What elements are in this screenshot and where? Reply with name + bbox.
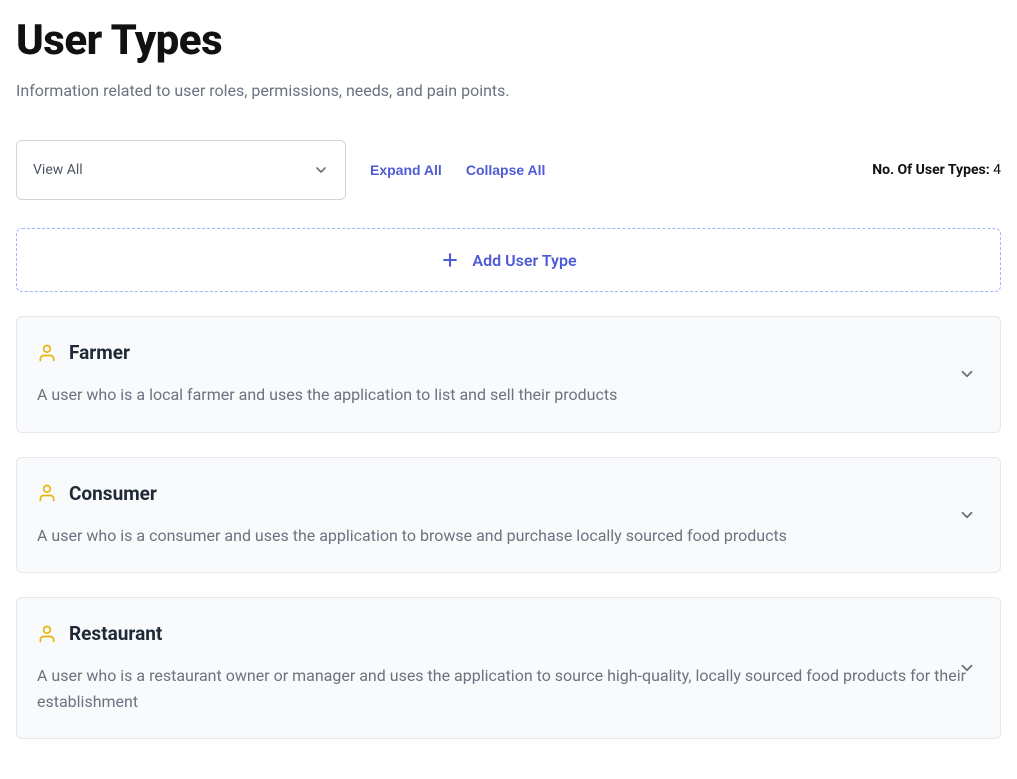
card-title: Farmer	[69, 341, 130, 364]
add-user-type-label: Add User Type	[472, 251, 576, 270]
add-user-type-button[interactable]: Add User Type	[16, 228, 1001, 292]
count-value: 4	[993, 162, 1001, 178]
card-header: Farmer	[37, 341, 980, 364]
page-subtitle: Information related to user roles, permi…	[16, 81, 1001, 100]
card-description: A user who is a consumer and uses the ap…	[37, 523, 980, 549]
page-title: User Types	[16, 16, 1001, 65]
chevron-down-icon[interactable]	[958, 506, 976, 524]
user-types-count: No. Of User Types: 4	[872, 162, 1001, 178]
card-description: A user who is a restaurant owner or mana…	[37, 663, 980, 714]
card-header: Consumer	[37, 482, 980, 505]
card-header: Restaurant	[37, 622, 980, 645]
card-description: A user who is a local farmer and uses th…	[37, 382, 980, 408]
card-title: Consumer	[69, 482, 157, 505]
user-icon	[37, 343, 57, 363]
chevron-down-icon	[313, 162, 329, 178]
user-icon	[37, 483, 57, 503]
filter-select-label: View All	[33, 162, 83, 178]
user-icon	[37, 624, 57, 644]
collapse-all-button[interactable]: Collapse All	[466, 162, 546, 178]
count-prefix: No. Of User Types:	[872, 162, 993, 178]
filter-select[interactable]: View All	[16, 140, 346, 200]
chevron-down-icon[interactable]	[958, 659, 976, 677]
card-title: Restaurant	[69, 622, 162, 645]
user-type-card[interactable]: Consumer A user who is a consumer and us…	[16, 457, 1001, 574]
user-type-card[interactable]: Farmer A user who is a local farmer and …	[16, 316, 1001, 433]
plus-icon	[440, 250, 460, 270]
expand-all-button[interactable]: Expand All	[370, 162, 442, 178]
chevron-down-icon[interactable]	[958, 365, 976, 383]
controls-row: View All Expand All Collapse All No. Of …	[16, 140, 1001, 200]
user-type-card[interactable]: Restaurant A user who is a restaurant ow…	[16, 597, 1001, 739]
